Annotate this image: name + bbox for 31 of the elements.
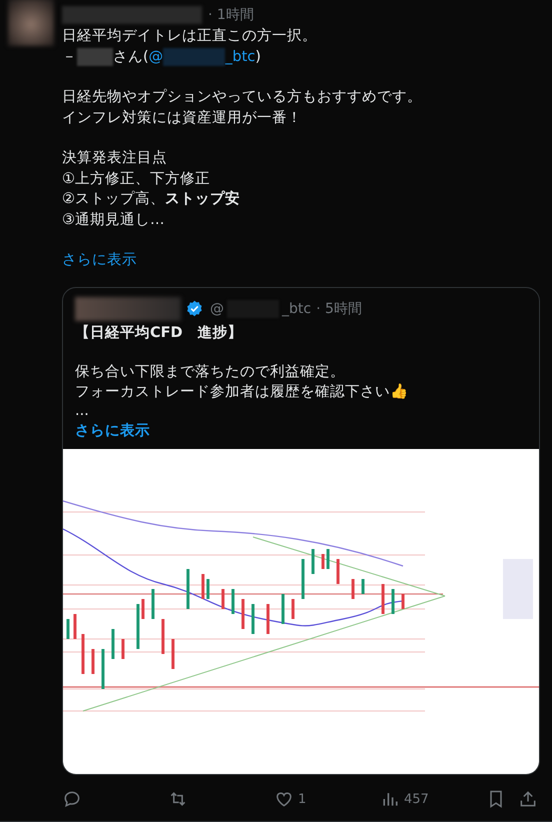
mention-link[interactable]: @ bbox=[148, 46, 164, 67]
quote-handle: _btc bbox=[282, 300, 312, 316]
blurred-mention bbox=[163, 48, 226, 66]
quote-text: フォーカストレード参加者は履歴を確認下さい👍 bbox=[75, 382, 409, 402]
share-icon[interactable] bbox=[518, 789, 538, 809]
quote-text: ... bbox=[75, 402, 90, 421]
show-more-link[interactable]: さらに表示 bbox=[62, 252, 137, 268]
quote-card[interactable]: @ _btc · 5時間 【日経平均CFD 進捗】 保ち合い下限まで落ちたので利益確定。 フォーカストレード参加者は履歴を確認下さい👍 ... さらに表示 bbox=[62, 286, 540, 775]
quote-title: 【日経平均CFD 進捗】 bbox=[75, 324, 244, 342]
post-text: ③通期見通し… bbox=[62, 210, 166, 230]
quote-text: 保ち合い下限まで落ちたので利益確定。 bbox=[75, 363, 346, 382]
post-text: 決算発表注目点 bbox=[62, 149, 168, 168]
action-count: 457 bbox=[404, 792, 429, 806]
quote-time: · 5時間 bbox=[316, 300, 362, 318]
post-text: インフレ対策には資産運用が一番！ bbox=[62, 108, 303, 128]
post-time: · 1時間 bbox=[208, 6, 254, 24]
blurred-avatar[interactable] bbox=[8, 0, 54, 46]
post-text: 日経先物やオプションやっている方もおすすめです。 bbox=[62, 88, 423, 107]
show-more-link[interactable]: さらに表示 bbox=[75, 422, 150, 438]
quote-handle: @ bbox=[210, 300, 224, 316]
post-text: ) bbox=[255, 48, 261, 66]
post-text: 日経平均デイトレは正直この方一択。 bbox=[62, 26, 318, 46]
post-text: － bbox=[62, 48, 77, 66]
post-text: ①上方修正、下方修正 bbox=[62, 170, 211, 188]
post-text: ②ストップ高、ストップ安 bbox=[62, 189, 241, 209]
repost-icon[interactable] bbox=[168, 789, 188, 809]
action-count: 1 bbox=[298, 792, 306, 806]
blurred-name bbox=[77, 48, 113, 66]
mention-link[interactable]: _btc bbox=[225, 46, 256, 67]
reply-icon[interactable] bbox=[62, 789, 82, 809]
post-text: さん( bbox=[113, 48, 149, 66]
